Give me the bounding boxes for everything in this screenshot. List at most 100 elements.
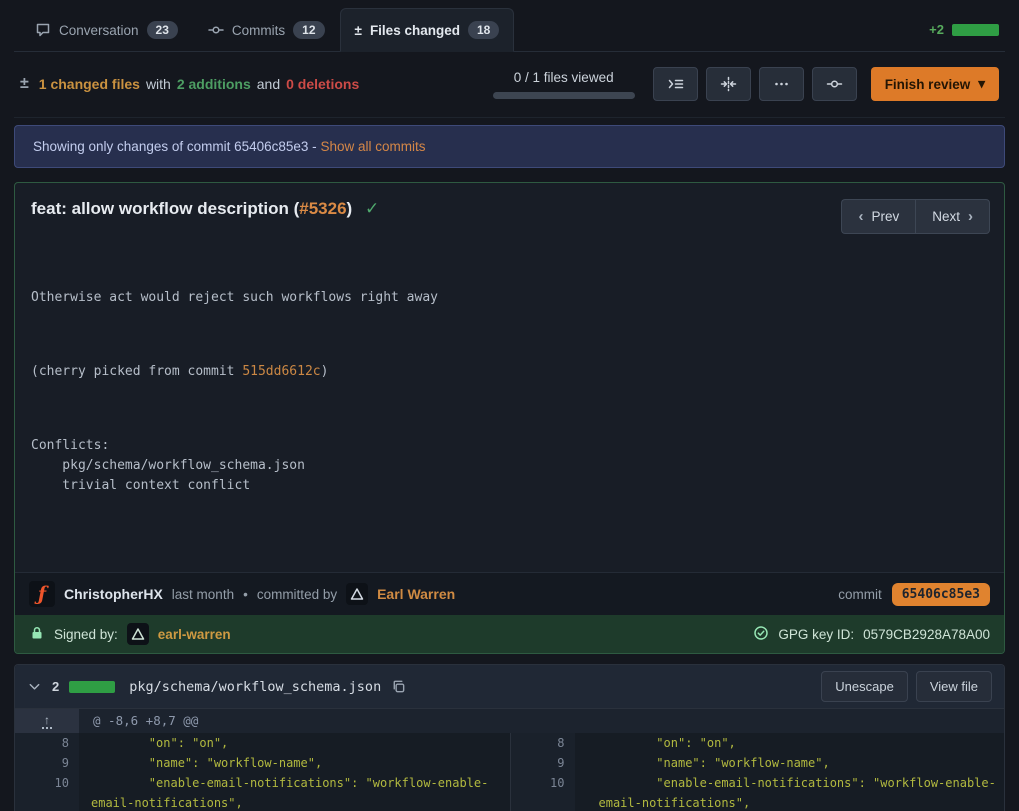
prev-commit-button[interactable]: ‹ Prev: [841, 199, 915, 234]
code-line-new: "name": "workflow-name",: [591, 753, 1005, 773]
commit-select-button[interactable]: [812, 67, 857, 101]
file-changes-count: 2: [52, 679, 59, 694]
commit-label: commit: [838, 587, 882, 602]
cherry-pick-text: (cherry picked from commit: [31, 364, 242, 379]
cherry-pick-sha-link[interactable]: 515dd6612c: [242, 364, 320, 379]
commit-sha-badge[interactable]: 65406c85e3: [892, 583, 990, 606]
summary-and: and: [257, 76, 280, 92]
commit-icon: [208, 22, 224, 38]
file-diff-box: 2 pkg/schema/workflow_schema.json Unesca…: [14, 664, 1005, 811]
commit-sha-area: commit 65406c85e3: [838, 583, 990, 606]
committer-avatar[interactable]: [346, 583, 368, 605]
tab-commits-count: 12: [293, 21, 324, 39]
files-viewed-label: 0 / 1 files viewed: [514, 70, 614, 85]
diff-summary-text: ± 1 changed files with 2 additions and 0…: [20, 75, 359, 93]
caret-down-icon: ▾: [978, 76, 985, 92]
committed-by-label: committed by: [257, 587, 337, 602]
code-line-old: "on": "on",: [79, 733, 510, 753]
expand-hunk-button[interactable]: ↑: [15, 709, 79, 733]
line-number-old[interactable]: 9: [15, 753, 79, 773]
commit-title: feat: allow workflow description (#5326)…: [31, 199, 379, 219]
author-name-link[interactable]: ChristopherHX: [64, 586, 163, 602]
commit-message: Otherwise act would reject such workflow…: [31, 248, 988, 550]
cherry-pick-line: (cherry picked from commit 515dd6612c): [31, 362, 988, 382]
gpg-key-value: 0579CB2928A78A00: [863, 627, 990, 642]
finish-review-button[interactable]: Finish review ▾: [871, 67, 999, 101]
verified-check-icon: [753, 625, 769, 644]
banner-text: Showing only changes of commit 65406c85e…: [33, 139, 317, 154]
code-line-new: "enable-email-notifications": "workflow-…: [591, 773, 1005, 811]
next-commit-button[interactable]: Next ›: [915, 199, 990, 234]
file-actions: Unescape View file: [821, 671, 992, 702]
commit-time: last month: [172, 587, 234, 602]
commit-head: feat: allow workflow description (#5326)…: [15, 183, 1004, 238]
line-number-old[interactable]: 8: [15, 733, 79, 753]
commit-filter-banner: Showing only changes of commit 65406c85e…: [14, 125, 1005, 168]
cherry-pick-suffix: ): [321, 364, 329, 379]
changed-files-link[interactable]: 1 changed files: [39, 76, 140, 92]
tab-files-changed-count: 18: [468, 21, 499, 39]
chevron-right-icon: ›: [968, 208, 973, 225]
tab-conversation-count: 23: [147, 21, 178, 39]
author-avatar[interactable]: ƒ: [29, 581, 55, 607]
commit-icon: [826, 76, 843, 92]
conversation-icon: [35, 22, 51, 38]
tab-commits[interactable]: Commits 12: [193, 8, 340, 52]
commit-title-text: feat: allow workflow description (: [31, 199, 299, 218]
conflicts-block: Conflicts: pkg/schema/workflow_schema.js…: [31, 436, 988, 496]
dot-separator: •: [243, 587, 248, 602]
line-number-new[interactable]: 9: [511, 753, 575, 773]
more-options-button[interactable]: [759, 67, 804, 101]
signed-by-label: Signed by:: [54, 627, 118, 642]
plus-minus-icon: ±: [20, 75, 29, 93]
split-unified-icon: [720, 76, 737, 92]
file-tree-toggle-button[interactable]: [653, 67, 698, 101]
tab-conversation[interactable]: Conversation 23: [20, 8, 193, 52]
tab-conversation-label: Conversation: [59, 23, 139, 38]
diffstat-bar: [952, 24, 999, 36]
gpg-key-area: GPG key ID: 0579CB2928A78A00: [753, 625, 990, 644]
issue-link[interactable]: #5326: [299, 199, 346, 218]
tab-files-changed[interactable]: ± Files changed 18: [340, 8, 515, 52]
ellipsis-icon: [773, 76, 790, 92]
unescape-button[interactable]: Unescape: [821, 671, 908, 702]
lock-icon: [29, 625, 45, 644]
signer-avatar[interactable]: [127, 623, 149, 645]
check-icon: ✓: [365, 199, 379, 218]
commit-header-box: feat: allow workflow description (#5326)…: [14, 182, 1005, 654]
pull-request-files-page: Conversation 23 Commits 12 ± Files chang…: [0, 0, 1019, 811]
files-viewed-progressbar: [493, 92, 635, 99]
diffstat-summary: +2: [929, 22, 999, 51]
files-viewed: 0 / 1 files viewed: [493, 70, 635, 99]
diff-icon: ±: [355, 23, 362, 38]
pr-tabbar: Conversation 23 Commits 12 ± Files chang…: [14, 8, 1005, 52]
summary-additions: 2 additions: [177, 76, 251, 92]
code-line-old: "name": "workflow-name",: [79, 753, 510, 773]
diff-hunk-row: ↑ @ -8,6 +8,7 @@: [15, 709, 1004, 733]
file-diff-header: 2 pkg/schema/workflow_schema.json Unesca…: [15, 665, 1004, 709]
summary-with: with: [146, 76, 171, 92]
diff-row: 8 "on": "on", 8 "on": "on",: [15, 733, 1004, 753]
diff-sign: [575, 753, 591, 773]
code-line-new: "on": "on",: [591, 733, 1005, 753]
copy-path-icon[interactable]: [391, 679, 406, 694]
code-line-old: "enable-email-notifications": "workflow-…: [79, 773, 510, 811]
hunk-header-text: @ -8,6 +8,7 @@: [79, 709, 1004, 733]
signer-name-link[interactable]: earl-warren: [158, 627, 231, 642]
finish-review-label: Finish review: [885, 77, 971, 92]
file-tree-icon: [667, 76, 684, 92]
review-toolbar: 0 / 1 files viewed: [493, 67, 999, 101]
diff-summary-bar: ± 1 changed files with 2 additions and 0…: [14, 52, 1005, 118]
committer-name-link[interactable]: Earl Warren: [377, 586, 455, 602]
diff-row: 10 "enable-email-notifications": "workfl…: [15, 773, 1004, 811]
line-number-old[interactable]: 10: [15, 773, 79, 811]
line-number-new[interactable]: 8: [511, 733, 575, 753]
line-number-new[interactable]: 10: [511, 773, 575, 811]
commit-message-line: Otherwise act would reject such workflow…: [31, 288, 988, 308]
diff-view-mode-button[interactable]: [706, 67, 751, 101]
diff-sign: [575, 733, 591, 753]
collapse-file-chevron-icon[interactable]: [27, 679, 42, 694]
view-file-button[interactable]: View file: [916, 671, 992, 702]
additions-count: +2: [929, 22, 944, 37]
show-all-commits-link[interactable]: Show all commits: [320, 139, 425, 154]
